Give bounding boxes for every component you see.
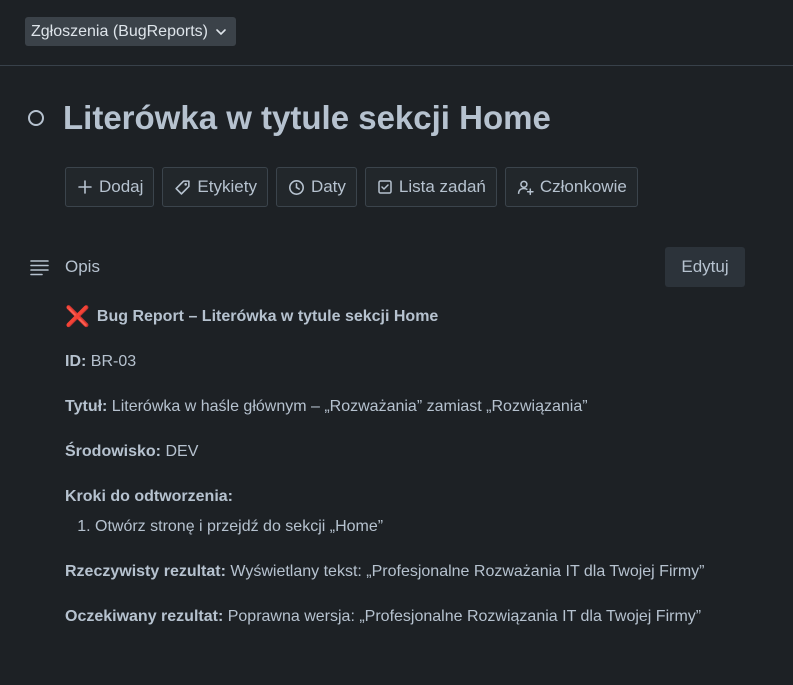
top-bar: Zgłoszenia (BugReports) [0,0,793,66]
id-label: ID: [65,353,87,370]
complete-toggle[interactable] [28,110,44,126]
description-icon [30,259,49,275]
tag-icon [175,179,191,195]
actual-result-line: Rzeczywisty rezultat: Wyświetlany tekst:… [65,560,704,584]
members-button-label: Członkowie [539,177,627,196]
chevron-down-icon [214,25,228,39]
labels-button-label: Etykiety [197,177,257,196]
description-title: Opis [65,257,100,276]
bug-report-heading: ❌ Bug Report – Literówka w tytule sekcji… [65,305,438,329]
expected-result-value: Poprawna wersja: „Profesjonalne Rozwiąza… [223,608,702,625]
checklist-button-label: Lista zadań [398,177,486,196]
bug-report-title: Bug Report – Literówka w tytule sekcji H… [96,308,439,325]
actual-result-value: Wyświetlany tekst: „Profesjonalne Rozważ… [225,563,705,580]
title-value: Literówka w haśle głównym – „Rozważania”… [107,398,588,415]
expected-result-label: Oczekiwany rezultat: [65,608,224,625]
dates-button-label: Daty [310,177,346,196]
list-selector-label: Zgłoszenia (BugReports) [31,22,208,40]
steps-label: Kroki do odtworzenia: [65,488,233,505]
add-button-label: Dodaj [99,177,144,196]
labels-button[interactable]: Etykiety [162,167,268,207]
edit-description-button[interactable]: Edytuj [665,247,745,287]
cross-mark-icon: ❌ [65,306,90,328]
expected-result-line: Oczekiwany rezultat: Poprawna wersja: „P… [65,605,701,629]
id-line: ID: BR-03 [65,350,136,374]
environment-value: DEV [161,443,199,460]
plus-icon [78,180,92,194]
steps-list: Otwórz stronę i przejdź do sekcji „Home” [65,515,383,539]
title-label: Tytuł: [65,398,108,415]
members-button[interactable]: Członkowie [504,167,638,207]
checklist-button[interactable]: Lista zadań [364,167,497,207]
id-value: BR-03 [86,353,137,370]
title-line: Tytuł: Literówka w haśle głównym – „Rozw… [65,395,588,419]
card-title-row: Literówka w tytule sekcji Home [28,98,551,138]
card-actions: Dodaj Etykiety Daty Lista zadań Członkow… [65,167,638,207]
environment-label: Środowisko: [65,443,162,460]
dates-button[interactable]: Daty [275,167,357,207]
checklist-icon [378,180,392,194]
actual-result-label: Rzeczywisty rezultat: [65,563,226,580]
list-item: Otwórz stronę i przejdź do sekcji „Home” [95,515,383,539]
add-member-icon [517,180,534,195]
description-header: Opis [30,257,100,277]
add-button[interactable]: Dodaj [65,167,155,207]
clock-icon [288,179,304,195]
card-title[interactable]: Literówka w tytule sekcji Home [63,98,551,138]
steps-line: Kroki do odtworzenia: [65,485,233,509]
list-selector[interactable]: Zgłoszenia (BugReports) [25,17,236,46]
environment-line: Środowisko: DEV [65,440,198,464]
